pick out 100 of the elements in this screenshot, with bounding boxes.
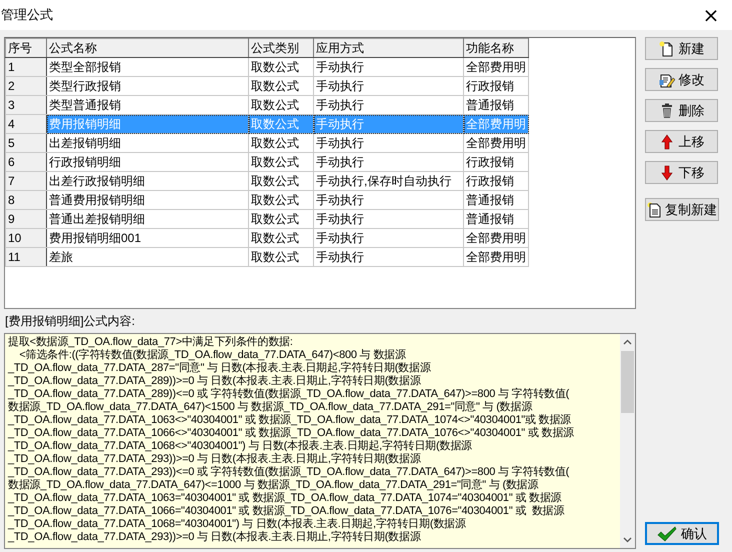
table-cell: 手动执行 — [314, 190, 464, 210]
formula-line: _TD_OA.flow_data_77.DATA_1068<>"40304001") 与 日数(本报表.主表.日期起,字符转日期(数据源 — [8, 440, 473, 452]
table-cell: 手动执行,保存时自动执行 — [314, 172, 464, 190]
table-row[interactable]: 10 费用报销明细001 取数公式 手动执行 全部费用明 — [6, 228, 528, 248]
table-cell: 手动执行 — [314, 248, 464, 266]
toolbar-button[interactable]: 删除 — [645, 99, 718, 122]
table-cell: 取数公式 — [248, 172, 314, 190]
table-row[interactable]: 6 行政报销明细 取数公式 手动执行 行政报销 — [6, 152, 528, 172]
formula-line: _TD_OA.flow_data_77.DATA_1063="40304001" 或 数据源_TD_OA.flow_data_77.DATA_1074="40304001" 或 数据源 — [8, 492, 562, 505]
table-cell: 普通出差报销明细 — [46, 210, 248, 228]
row-number: 4 — [6, 114, 46, 134]
table-cell: 手动执行 — [314, 210, 464, 228]
formula-line: _TD_OA.flow_data_77.DATA_287="同意" 与 日数(本报表.主表.日期起,字符转日期(数据源 — [8, 362, 432, 374]
scroll-thumb[interactable] — [621, 351, 634, 413]
close-button[interactable]: × — [696, 5, 726, 25]
formula-line: _TD_OA.flow_data_77.DATA_289))<=0 或 字符转数值(数据源_TD_OA.flow_data_77.DATA_647)>=800 与 字符转数值( — [8, 388, 570, 401]
table-cell: 类型全部报销 — [46, 58, 248, 76]
formula-line: _TD_OA.flow_data_77.DATA_293))>=0 与 日数(本报表.主表.日期止,字符转日期(数据源 — [8, 531, 422, 544]
row-number: 6 — [6, 152, 46, 172]
table-cell: 取数公式 — [248, 58, 314, 76]
table-cell: 全部费用明 — [464, 58, 528, 76]
formula-line: 数据源_TD_OA.flow_data_77.DATA_647)<=1000 与 数据源_TD_OA.flow_data_77.DATA_291="同意" 与 (数据源 — [8, 479, 540, 492]
table-row[interactable]: 5 出差报销明细 取数公式 手动执行 全部费用明 — [6, 134, 528, 152]
formula-text-area[interactable] — [4, 333, 636, 549]
formula-line: _TD_OA.flow_data_77.DATA_1066="40304001" 或 数据源_TD_OA.flow_data_77.DATA_1076="40304001" 或 数据源 — [8, 505, 566, 518]
table-cell: 普通报销 — [464, 190, 528, 210]
table-row[interactable]: 2 类型行政报销 取数公式 手动执行 行政报销 — [6, 76, 528, 96]
toolbar-button[interactable]: 下移 — [645, 161, 718, 184]
formula-line: _TD_OA.flow_data_77.DATA_289))>=0 与 日数(本报表.主表.日期止,字符转日期(数据源 — [8, 375, 422, 388]
row-number: 1 — [6, 58, 46, 76]
checkmark-icon — [657, 526, 677, 542]
table-cell: 行政报销明细 — [46, 152, 248, 172]
table-cell: 手动执行 — [314, 152, 464, 172]
table-cell: 普通费用报销明细 — [46, 190, 248, 210]
table-cell: 取数公式 — [248, 190, 314, 210]
table-cell: 取数公式 — [248, 152, 314, 172]
table-cell: 出差报销明细 — [46, 134, 248, 152]
formula-line: <筛选条件:((字符转数值(数据源_TD_OA.flow_data_77.DATA_647)<800 与 数据源 — [18, 349, 407, 362]
confirm-button[interactable]: 确认 — [645, 522, 719, 545]
table-row[interactable]: 7 出差行政报销明细 取数公式 手动执行,保存时自动执行 行政报销 — [6, 172, 528, 190]
table-row[interactable]: 11 差旅 取数公式 手动执行 全部费用明 — [6, 248, 528, 266]
table-cell: 费用报销明细001 — [46, 228, 248, 248]
table-row[interactable]: 8 普通费用报销明细 取数公式 手动执行 普通报销 — [6, 190, 528, 210]
column-header[interactable]: 功能名称 — [464, 38, 528, 58]
document-icon — [647, 202, 663, 218]
table-cell: 取数公式 — [248, 76, 314, 96]
row-number: 9 — [6, 210, 46, 228]
table-cell: 取数公式 — [248, 228, 314, 248]
formula-line: _TD_OA.flow_data_77.DATA_1068="40304001") 与 日数(本报表.主表.日期起,字符转日期(数据源 — [8, 518, 467, 530]
table-cell: 行政报销 — [464, 152, 528, 172]
table-cell: 手动执行 — [314, 134, 464, 152]
toolbar-button[interactable]: 新建 — [645, 37, 718, 60]
up-arrow-icon — [658, 134, 674, 150]
table-cell: 费用报销明细 — [46, 114, 248, 134]
toolbar-button[interactable]: 复制新建 — [645, 198, 719, 221]
row-number: 5 — [6, 134, 46, 152]
table-cell: 手动执行 — [314, 114, 464, 134]
window-title: 管理公式 — [0, 6, 53, 24]
formula-line: _TD_OA.flow_data_77.DATA_1066<>"40304001" 或 数据源_TD_OA.flow_data_77.DATA_1076<>"40304001" 或 数据源 — [8, 427, 575, 440]
table-cell: 差旅 — [46, 248, 248, 266]
formula-line: _TD_OA.flow_data_77.DATA_1063<>"40304001" 或 数据源_TD_OA.flow_data_77.DATA_1074<>"40304001"或 数据源 — [8, 414, 572, 427]
table-row[interactable]: 9 普通出差报销明细 取数公式 手动执行 普通报销 — [6, 210, 528, 228]
table-cell: 类型行政报销 — [46, 76, 248, 96]
table-cell: 取数公式 — [248, 114, 314, 134]
down-arrow-icon — [658, 164, 674, 180]
toolbar-button[interactable]: 修改 — [645, 68, 718, 91]
table-row[interactable]: 4 费用报销明细 取数公式 手动执行 全部费用明 — [6, 114, 528, 134]
formula-line: 提取<数据源_TD_OA.flow_data_77>中满足下列条件的数据: — [8, 336, 294, 348]
table-cell: 取数公式 — [248, 134, 314, 152]
table-cell: 行政报销 — [464, 76, 528, 96]
table-cell: 普通报销 — [464, 210, 528, 228]
toolbar-button[interactable]: 上移 — [645, 130, 718, 153]
column-header[interactable]: 应用方式 — [314, 38, 464, 58]
table-cell: 手动执行 — [314, 76, 464, 96]
row-number: 2 — [6, 76, 46, 96]
table-cell: 全部费用明 — [464, 114, 528, 134]
table-cell: 手动执行 — [314, 228, 464, 248]
column-header[interactable]: 公式类别 — [248, 38, 314, 58]
table-cell: 行政报销 — [464, 172, 528, 190]
row-number: 8 — [6, 190, 46, 210]
table-cell: 全部费用明 — [464, 228, 528, 248]
table-cell: 手动执行 — [314, 58, 464, 76]
document-icon — [658, 40, 674, 56]
formula-line: _TD_OA.flow_data_77.DATA_293))>=0 与 日数(本报表.主表.日期止,字符转日期(数据源 — [8, 453, 422, 466]
table-cell: 全部费用明 — [464, 134, 528, 152]
formula-line: _TD_OA.flow_data_77.DATA_293))<=0 或 字符转数值(数据源_TD_OA.flow_data_77.DATA_647)>=800 与 字符转数值( — [8, 466, 570, 479]
column-header[interactable]: 公式名称 — [46, 38, 248, 58]
document-pen-icon — [658, 72, 674, 88]
table-cell: 出差行政报销明细 — [46, 172, 248, 190]
table-cell: 取数公式 — [248, 248, 314, 266]
table-cell: 取数公式 — [248, 210, 314, 228]
formula-line: 数据源_TD_OA.flow_data_77.DATA_647)<1500 与 数据源_TD_OA.flow_data_77.DATA_291="同意" 与 (数据源 — [8, 401, 534, 414]
formula-content-label: [费用报销明细]公式内容: — [5, 313, 136, 330]
scrollbar[interactable] — [620, 334, 635, 548]
row-number: 7 — [6, 172, 46, 190]
table-row[interactable]: 1 类型全部报销 取数公式 手动执行 全部费用明 — [6, 58, 528, 76]
row-number: 3 — [6, 96, 46, 114]
row-number: 10 — [6, 228, 46, 248]
column-header[interactable]: 序号 — [6, 38, 46, 58]
row-number: 11 — [6, 248, 46, 266]
